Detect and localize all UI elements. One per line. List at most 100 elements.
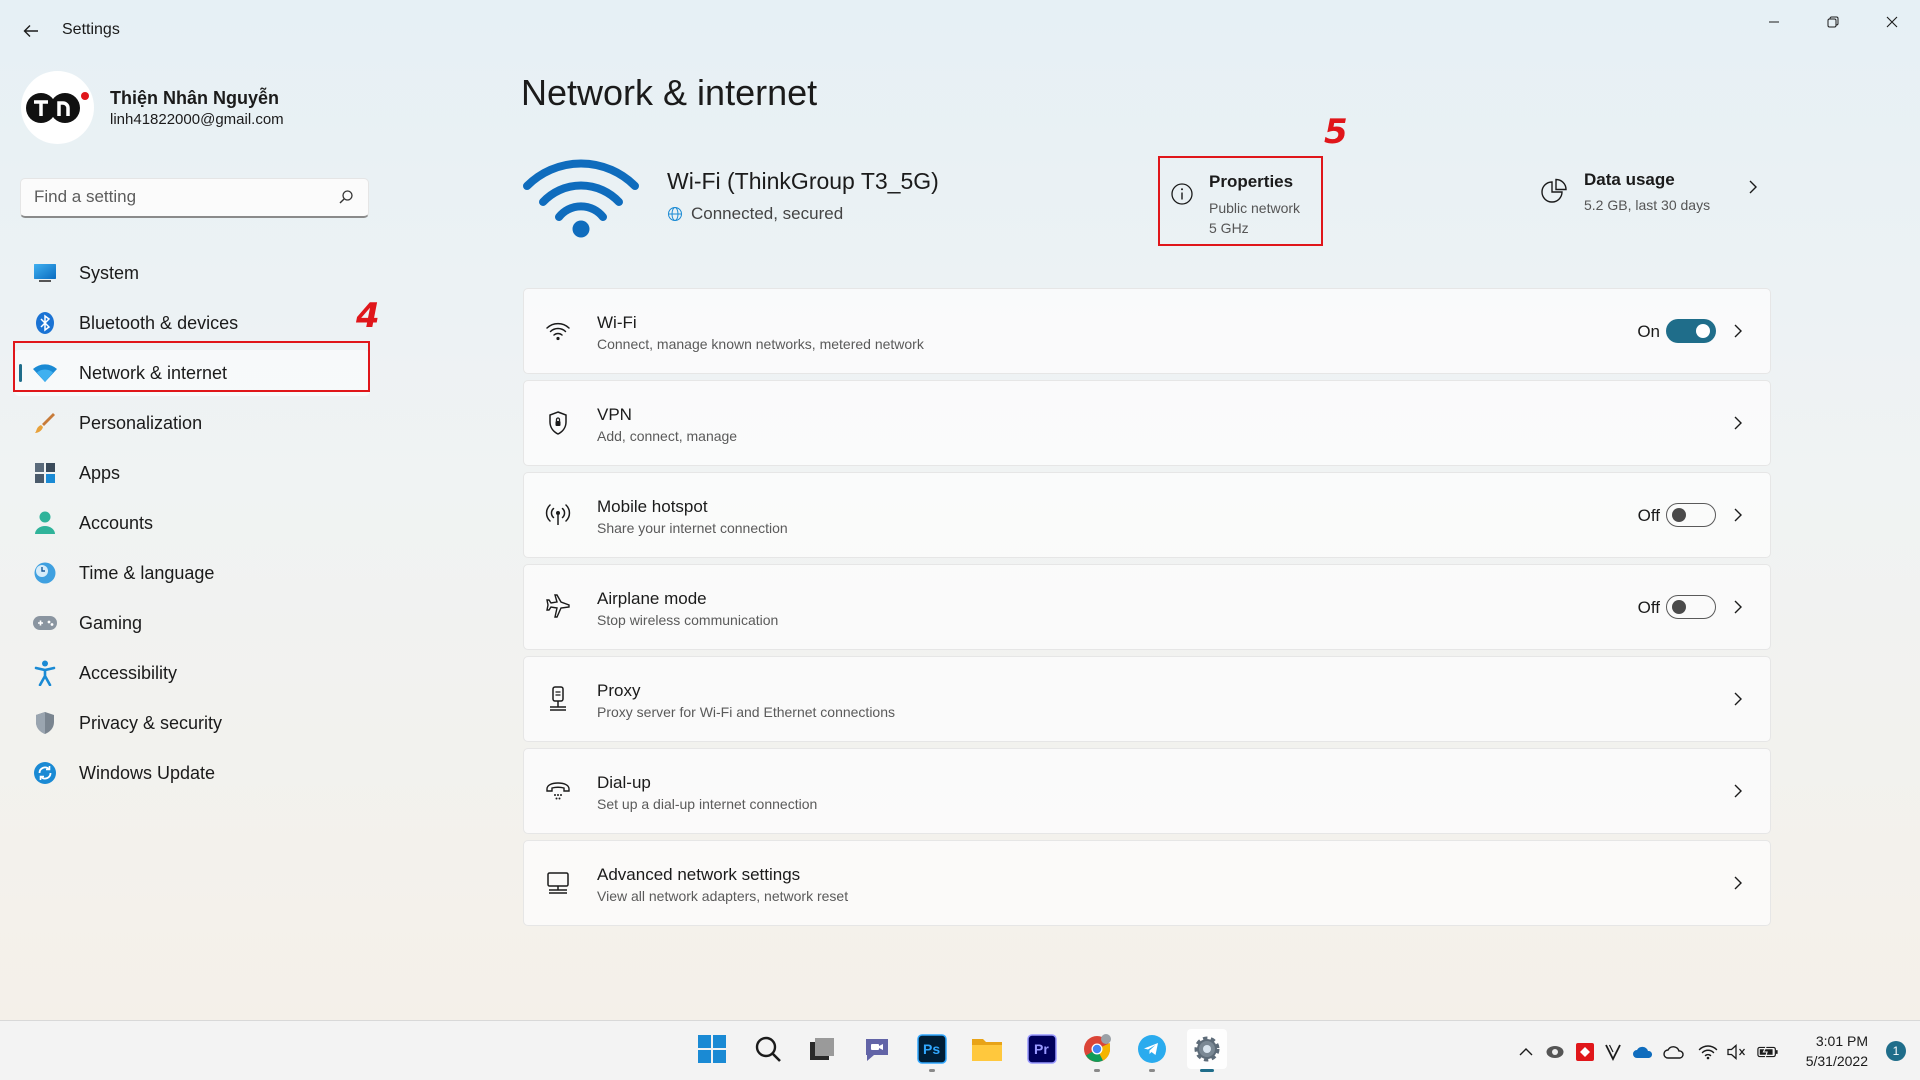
back-button[interactable] [14,14,48,48]
monitor-network-icon [544,869,572,897]
settings-card-list: Wi-Fi Connect, manage known networks, me… [523,288,1771,932]
avatar[interactable] [21,71,94,144]
network-wifi-icon[interactable] [1697,1041,1719,1063]
premiere-app[interactable]: Pr [1022,1029,1062,1069]
card-title: Proxy [597,681,641,700]
sidebar-item-personalization[interactable]: Personalization [14,400,370,446]
wifi-toggle[interactable] [1666,319,1716,343]
taskbar: Ps Pr 3:01 PM 5/31/2022 1 [0,1020,1920,1080]
close-button[interactable] [1864,6,1920,38]
chevron-right-icon [1734,324,1742,338]
brush-icon [32,410,58,436]
sidebar-item-bluetooth[interactable]: Bluetooth & devices [14,300,370,346]
toggle-knob [1672,600,1686,614]
clock-globe-icon [32,560,58,586]
dial-up-phone-icon [544,777,572,805]
card-airplane-mode[interactable]: Airplane mode Stop wireless communicatio… [523,564,1771,650]
sidebar-item-label: Time & language [79,562,215,583]
data-usage-title: Data usage [1584,170,1675,189]
sidebar-item-accessibility[interactable]: Accessibility [14,650,370,696]
card-subtitle: View all network adapters, network reset [597,888,849,904]
wifi-connected-icon [523,159,639,238]
chrome-app[interactable] [1077,1029,1117,1072]
toggle-state-label: On [1637,322,1660,341]
card-title: VPN [597,405,632,424]
pie-chart-icon [1541,178,1567,203]
onedrive-icon[interactable] [1632,1041,1654,1063]
wifi-icon [544,317,572,345]
active-app-indicator [1200,1069,1214,1072]
sidebar-item-label: System [79,262,140,283]
file-explorer-app[interactable] [967,1029,1007,1069]
restore-icon [1827,16,1839,28]
card-subtitle: Proxy server for Wi-Fi and Ethernet conn… [597,704,896,720]
close-icon [1886,16,1898,28]
sidebar-item-windows-update[interactable]: Windows Update [14,750,370,796]
sidebar-item-system[interactable]: System [14,250,370,296]
taskbar-clock[interactable]: 3:01 PM 5/31/2022 [1806,1031,1868,1071]
globe-icon [668,207,682,221]
card-mobile-hotspot[interactable]: Mobile hotspot Share your internet conne… [523,472,1771,558]
folder-icon [972,1039,1002,1061]
card-subtitle: Add, connect, manage [597,428,738,444]
premiere-label: Pr [1034,1041,1049,1057]
person-icon [32,510,58,536]
sidebar-item-apps[interactable]: Apps [14,450,370,496]
show-hidden-icons-chevron-up-icon[interactable] [1515,1041,1537,1063]
profile-name: Thiện Nhân Nguyễn [110,88,280,108]
tray-app-red-icon[interactable] [1574,1041,1596,1063]
running-indicator [1149,1069,1155,1072]
gear-icon [1194,1036,1220,1062]
search-box[interactable] [20,178,369,218]
info-icon [1171,183,1193,205]
task-view-button[interactable] [802,1029,842,1069]
running-indicator [929,1069,935,1072]
sidebar-item-time-language[interactable]: Time & language [14,550,370,596]
search-input[interactable] [21,179,321,215]
card-vpn[interactable]: VPN Add, connect, manage [523,380,1771,466]
sidebar-item-privacy-security[interactable]: Privacy & security [14,700,370,746]
windows-logo-icon [698,1035,726,1063]
data-usage-button[interactable]: Data usage 5.2 GB, last 30 days [1538,164,1768,224]
taskbar-search-button[interactable] [748,1029,788,1069]
card-proxy[interactable]: Proxy Proxy server for Wi-Fi and Etherne… [523,656,1771,742]
card-dial-up[interactable]: Dial-up Set up a dial-up internet connec… [523,748,1771,834]
card-title: Advanced network settings [597,865,801,884]
tray-app-v-icon[interactable] [1602,1041,1624,1063]
telegram-icon [1138,1035,1166,1063]
start-button[interactable] [692,1029,732,1069]
minimize-button[interactable] [1746,6,1802,38]
sidebar-item-label: Windows Update [79,762,216,783]
notification-badge[interactable]: 1 [1886,1041,1906,1061]
properties-button[interactable]: Properties Public network 5 GHz [1158,156,1323,246]
volume-muted-icon[interactable] [1726,1041,1748,1063]
battery-charging-icon[interactable] [1757,1041,1779,1063]
card-advanced-network-settings[interactable]: Advanced network settings View all netwo… [523,840,1771,926]
accessibility-icon [32,660,58,686]
restore-button[interactable] [1805,6,1861,38]
task-view-icon [810,1038,834,1060]
search-icon [755,1036,781,1062]
card-subtitle: Set up a dial-up internet connection [597,796,818,812]
sidebar-item-label: Accounts [79,512,154,533]
airplane-icon [544,593,572,621]
sidebar-item-gaming[interactable]: Gaming [14,600,370,646]
airplane-mode-toggle[interactable] [1666,595,1716,619]
bluetooth-icon [32,310,58,336]
tray-app-eye-icon[interactable] [1544,1041,1566,1063]
chat-button[interactable] [857,1029,897,1069]
photoshop-app[interactable]: Ps [912,1029,952,1072]
app-title: Settings [62,21,120,38]
sidebar-nav: System Bluetooth & devices Network & int… [14,250,370,800]
settings-app[interactable] [1187,1029,1227,1072]
telegram-app[interactable] [1132,1029,1172,1072]
chevron-right-icon [1749,180,1757,194]
sidebar-item-label: Accessibility [79,662,178,683]
cloud-icon[interactable] [1663,1041,1685,1063]
card-title: Airplane mode [597,589,707,608]
card-wifi[interactable]: Wi-Fi Connect, manage known networks, me… [523,288,1771,374]
sidebar-item-label: Gaming [79,612,143,633]
vpn-shield-icon [544,409,572,437]
sidebar-item-accounts[interactable]: Accounts [14,500,370,546]
mobile-hotspot-toggle[interactable] [1666,503,1716,527]
